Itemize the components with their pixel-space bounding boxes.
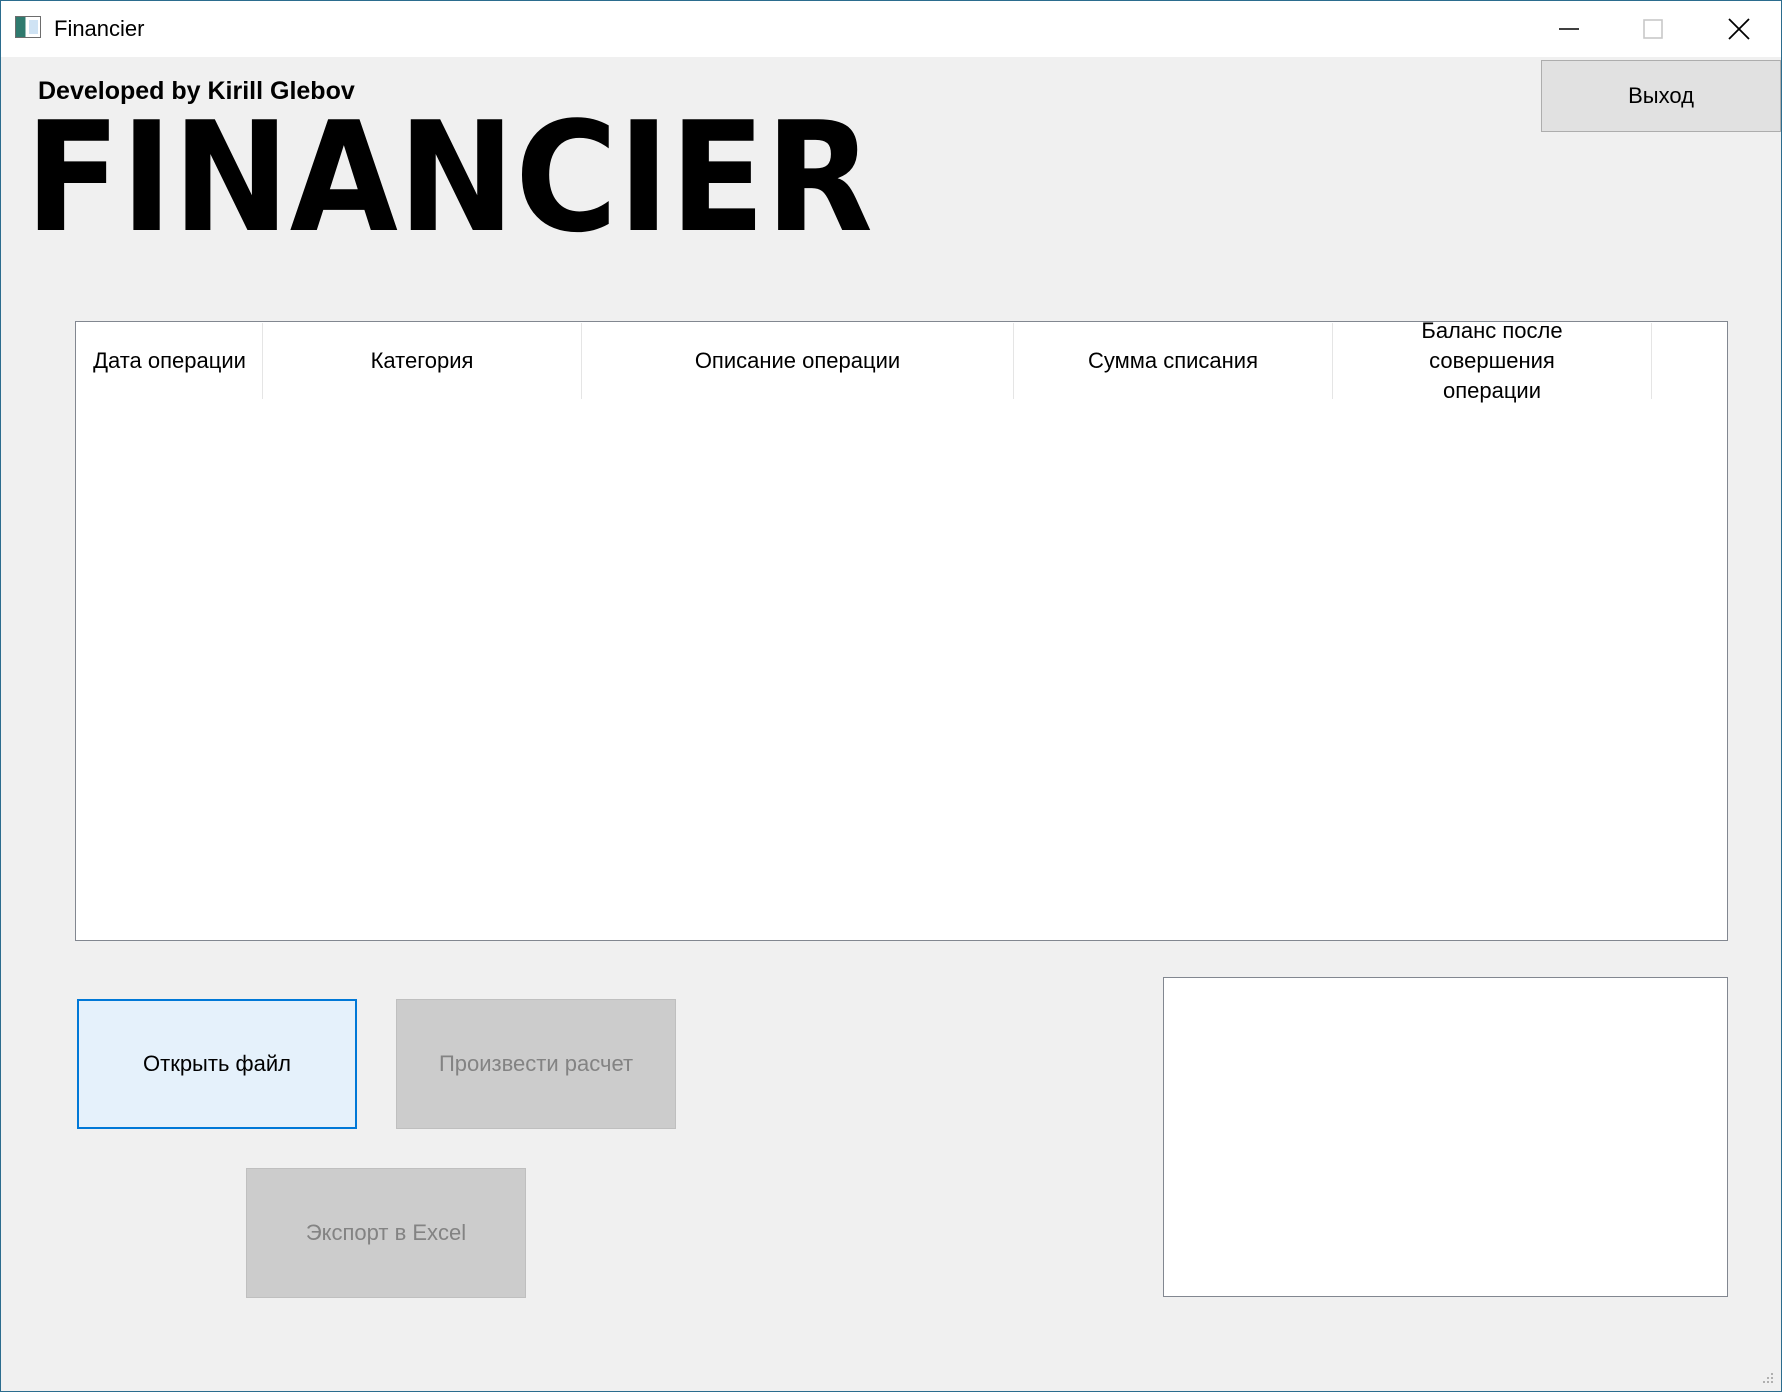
column-header-amount[interactable]: Сумма списания: [1014, 323, 1333, 399]
main-client-area: Developed by Kirill Glebov FINANCIER Вых…: [1, 57, 1781, 1391]
table-header-row: Дата операции Категория Описание операци…: [77, 318, 1652, 403]
exit-button[interactable]: Выход: [1541, 60, 1781, 132]
developer-credits: Developed by Kirill Glebov: [38, 77, 355, 105]
column-header-balance[interactable]: Баланс после совершения операции: [1333, 318, 1652, 403]
minimize-icon: [1559, 28, 1579, 30]
close-button[interactable]: [1697, 1, 1781, 57]
window-title: Financier: [54, 16, 145, 41]
open-file-button[interactable]: Открыть файл: [77, 999, 357, 1129]
column-header-category[interactable]: Категория: [263, 323, 582, 399]
financier-logo: FINANCIER: [25, 109, 873, 239]
column-header-date[interactable]: Дата операции: [77, 323, 263, 399]
operations-table[interactable]: Дата операции Категория Описание операци…: [75, 318, 1728, 941]
svg-text:FINANCIER: FINANCIER: [25, 109, 873, 239]
app-window: Financier Developed by Kirill Glebov FIN…: [0, 0, 1782, 1392]
maximize-icon: [1643, 19, 1663, 39]
column-header-description[interactable]: Описание операции: [582, 323, 1014, 399]
title-bar[interactable]: Financier: [1, 1, 1781, 57]
maximize-button[interactable]: [1611, 1, 1695, 57]
minimize-button[interactable]: [1527, 1, 1611, 57]
calculate-button[interactable]: Произвести расчет: [396, 999, 676, 1129]
export-excel-button[interactable]: Экспорт в Excel: [246, 1168, 526, 1298]
close-icon: [1728, 18, 1750, 40]
resize-grip-icon[interactable]: [1759, 1369, 1775, 1385]
result-text-box[interactable]: [1163, 977, 1728, 1297]
app-icon: [15, 16, 41, 38]
